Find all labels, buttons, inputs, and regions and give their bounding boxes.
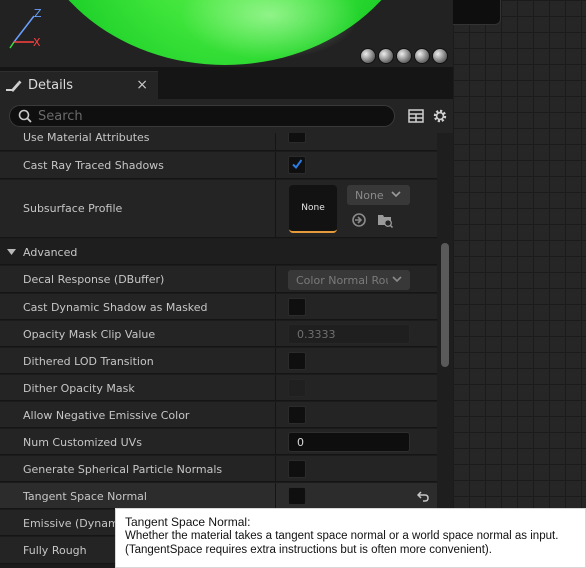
cylinder-icon[interactable] <box>378 48 394 64</box>
tab-bar: Details × <box>0 67 453 99</box>
property-row: Generate Spherical Particle Normals <box>0 456 437 482</box>
tooltip-line: Whether the material takes a tangent spa… <box>125 530 559 542</box>
property-row: Dither Opacity Mask <box>0 375 437 401</box>
property-label: Generate Spherical Particle Normals <box>23 463 223 476</box>
graph-node[interactable] <box>453 0 501 25</box>
cast-ray-traced-shadows-checkbox[interactable] <box>288 156 306 174</box>
axis-x-label: X <box>33 36 41 49</box>
tooltip-line: (TangentSpace requires extra instruction… <box>125 544 492 556</box>
dithered-lod-transition-checkbox[interactable] <box>288 352 306 370</box>
dither-opacity-mask-checkbox <box>288 379 306 397</box>
pencil-icon <box>6 80 22 92</box>
dropdown-value: None <box>355 188 384 202</box>
section-label: Advanced <box>23 246 78 259</box>
browse-folder-icon[interactable] <box>376 211 394 229</box>
property-label: Dither Opacity Mask <box>23 382 135 395</box>
chevron-down-icon <box>391 191 401 198</box>
property-label: Subsurface Profile <box>23 202 123 215</box>
close-icon[interactable]: × <box>136 77 148 93</box>
tab-details-label: Details <box>28 78 74 93</box>
expand-arrow-icon <box>7 249 16 255</box>
plane-icon[interactable] <box>396 48 412 64</box>
use-material-attributes-checkbox[interactable] <box>288 133 306 143</box>
scrollbar[interactable] <box>437 133 453 568</box>
reset-to-default-icon[interactable] <box>417 491 429 502</box>
editor-window: Z X Details × Search Use Material Attrib… <box>0 0 586 568</box>
property-row: Num Customized UVs 0 <box>0 429 437 455</box>
property-label: Emissive (Dynam <box>23 517 119 530</box>
property-row-hovered: Tangent Space Normal <box>0 483 437 509</box>
sphere-icon[interactable] <box>360 48 376 64</box>
material-preview-viewport[interactable]: Z X <box>0 0 453 67</box>
property-label: Opacity Mask Clip Value <box>23 328 156 341</box>
cube-icon[interactable] <box>414 48 430 64</box>
num-customized-uvs-field[interactable]: 0 <box>288 432 410 452</box>
generate-spherical-particle-normals-checkbox[interactable] <box>288 460 306 478</box>
tooltip: Tangent Space Normal: Whether the materi… <box>115 508 586 568</box>
property-label: Fully Rough <box>23 544 87 557</box>
property-label: Use Material Attributes <box>23 133 150 144</box>
tangent-space-normal-checkbox[interactable] <box>288 487 306 505</box>
tooltip-title: Tangent Space Normal: <box>125 515 251 529</box>
allow-negative-emissive-checkbox[interactable] <box>288 406 306 424</box>
cast-dynamic-shadow-masked-checkbox[interactable] <box>288 298 306 316</box>
property-row: Dithered LOD Transition <box>0 348 437 374</box>
check-icon <box>292 159 302 170</box>
subsurface-profile-dropdown[interactable]: None <box>347 185 410 205</box>
property-label: Decal Response (DBuffer) <box>23 273 165 286</box>
property-row: Cast Ray Traced Shadows <box>0 152 437 179</box>
property-label: Cast Ray Traced Shadows <box>23 159 164 172</box>
tab-details[interactable]: Details × <box>0 71 158 99</box>
table-view-icon[interactable] <box>408 108 424 124</box>
property-row: Subsurface Profile None None <box>0 180 437 238</box>
decal-response-dropdown[interactable]: Color Normal Roughness <box>288 270 410 290</box>
property-label: Num Customized UVs <box>23 436 142 449</box>
preview-shape-buttons <box>360 48 448 66</box>
property-label: Tangent Space Normal <box>23 490 147 503</box>
gear-icon[interactable] <box>431 107 449 125</box>
property-row: Decal Response (DBuffer) Color Normal Ro… <box>0 266 437 293</box>
property-label: Dithered LOD Transition <box>23 355 154 368</box>
scrollbar-thumb[interactable] <box>441 243 449 367</box>
section-header-advanced[interactable]: Advanced <box>0 239 437 265</box>
property-label: Allow Negative Emissive Color <box>23 409 190 422</box>
field-value: 0 <box>297 435 304 449</box>
search-row <box>0 99 453 133</box>
property-row: Opacity Mask Clip Value 0.3333 <box>0 321 437 347</box>
property-list: Use Material Attributes Cast Ray Traced … <box>0 133 437 568</box>
search-input[interactable] <box>38 108 378 124</box>
subsurface-profile-thumbnail[interactable]: None <box>289 185 337 233</box>
field-value: 0.3333 <box>297 327 336 341</box>
material-graph-canvas[interactable] <box>453 0 586 568</box>
property-row: Allow Negative Emissive Color <box>0 402 437 428</box>
search-box <box>9 105 395 127</box>
thumbnail-label: None <box>301 203 325 213</box>
property-row: Cast Dynamic Shadow as Masked <box>0 294 437 320</box>
opacity-mask-clip-value-field[interactable]: 0.3333 <box>288 324 410 344</box>
teapot-icon[interactable] <box>432 48 448 64</box>
search-icon <box>18 109 32 123</box>
axis-z-label: Z <box>34 7 42 20</box>
axis-gizmo: Z X <box>6 6 46 56</box>
property-label: Cast Dynamic Shadow as Masked <box>23 301 208 314</box>
property-row: Use Material Attributes <box>0 133 437 151</box>
use-selected-icon[interactable] <box>351 212 367 228</box>
chevron-down-icon <box>392 276 402 283</box>
dropdown-value: Color Normal Roughness <box>296 273 388 287</box>
details-panel: Details × Search Use Material Attributes… <box>0 67 453 568</box>
